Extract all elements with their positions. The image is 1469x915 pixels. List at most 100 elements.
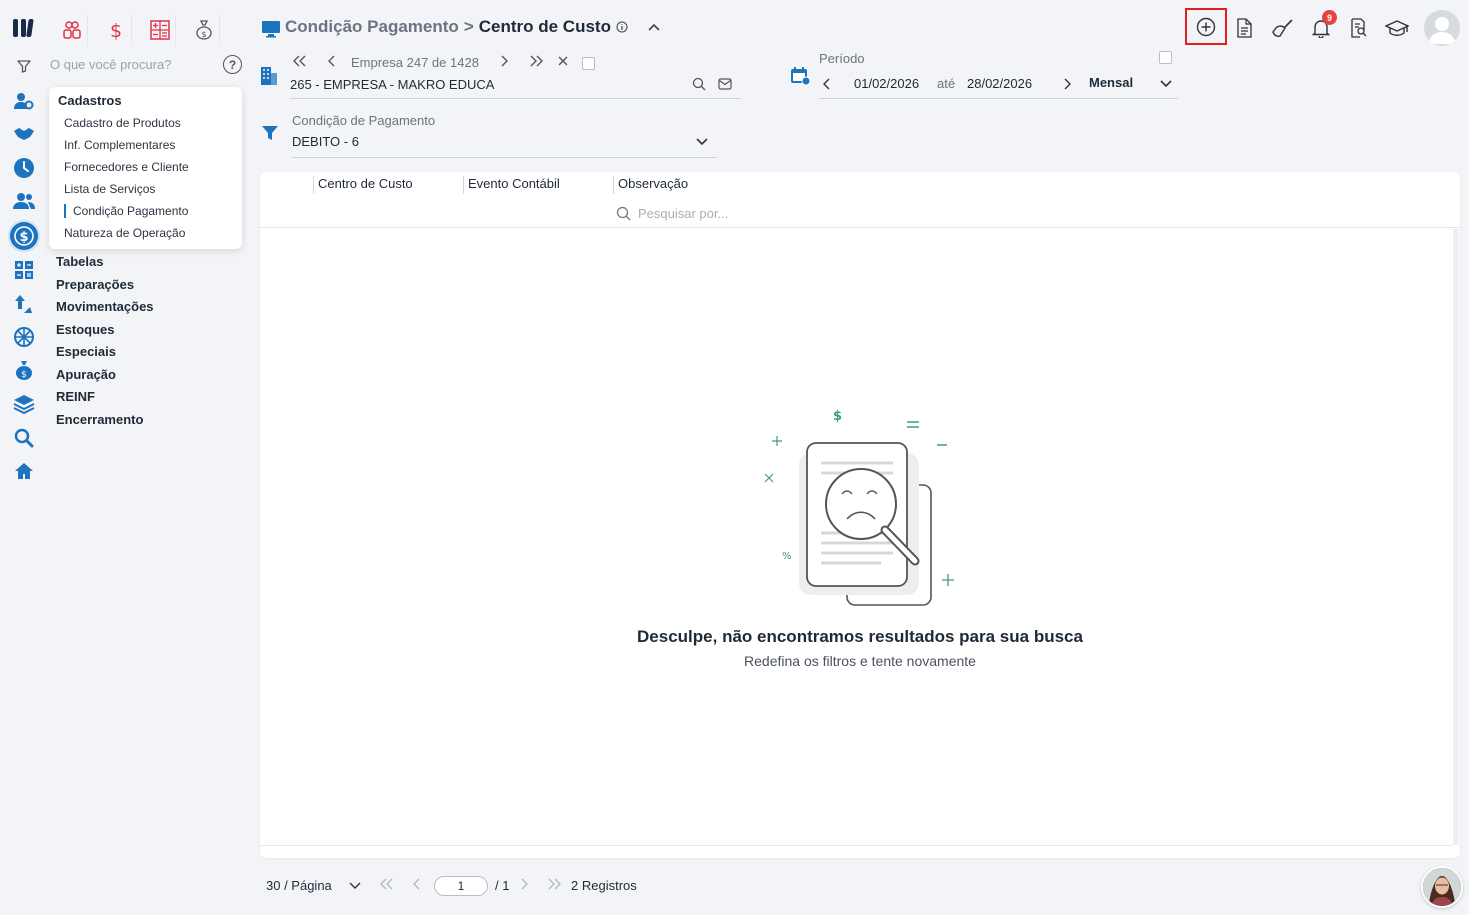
user-settings-icon[interactable] bbox=[12, 89, 36, 113]
search-icon bbox=[616, 206, 631, 221]
cadastros-submenu: Cadastros Cadastro de Produtos Inf. Comp… bbox=[49, 87, 242, 249]
search-icon[interactable] bbox=[12, 426, 36, 450]
records-count: 2 Registros bbox=[571, 878, 637, 893]
previous-company-icon[interactable] bbox=[327, 55, 337, 67]
company-checkbox[interactable] bbox=[582, 57, 595, 70]
filter-icon[interactable] bbox=[12, 54, 36, 78]
graduation-cap-icon[interactable] bbox=[1383, 14, 1411, 42]
assistant-avatar[interactable] bbox=[1421, 866, 1463, 908]
money-bag-icon[interactable]: $ bbox=[12, 358, 36, 382]
money-bag-outline-icon[interactable]: $ bbox=[188, 14, 220, 46]
user-avatar[interactable] bbox=[1424, 10, 1460, 46]
menu-item-reinf[interactable]: REINF bbox=[56, 389, 95, 404]
help-icon[interactable]: ? bbox=[223, 55, 242, 74]
home-icon[interactable] bbox=[12, 459, 36, 483]
submenu-item-inf-complementares[interactable]: Inf. Complementares bbox=[64, 138, 175, 152]
column-header-evento-contabil[interactable]: Evento Contábil bbox=[463, 176, 560, 194]
plus-circle-icon bbox=[1196, 17, 1216, 36]
filter-label: Condição de Pagamento bbox=[292, 113, 436, 128]
breadcrumb-parent[interactable]: Condição Pagamento bbox=[285, 17, 459, 37]
menu-item-preparacoes[interactable]: Preparações bbox=[56, 277, 134, 292]
calculator-grid-icon[interactable] bbox=[144, 14, 176, 46]
period-label: Período bbox=[819, 51, 865, 66]
payment-condition-select[interactable]: DEBITO - 6 bbox=[292, 134, 359, 149]
empty-search-illustration: $ % bbox=[755, 403, 965, 613]
submenu-item-natureza-operacao[interactable]: Natureza de Operação bbox=[64, 226, 185, 240]
next-period-icon[interactable] bbox=[1062, 78, 1072, 90]
svg-text:$: $ bbox=[201, 30, 206, 39]
chevron-down-icon[interactable] bbox=[695, 137, 709, 147]
previous-page-icon[interactable] bbox=[413, 878, 421, 890]
submenu-item-cadastro-produtos[interactable]: Cadastro de Produtos bbox=[64, 116, 181, 130]
column-header-observacao[interactable]: Observação bbox=[613, 176, 688, 194]
menu-item-estoques[interactable]: Estoques bbox=[56, 322, 115, 337]
period-underline bbox=[819, 98, 1178, 99]
search-icon[interactable] bbox=[692, 77, 706, 91]
svg-text:$: $ bbox=[19, 230, 28, 245]
chevron-down-icon[interactable] bbox=[349, 882, 361, 890]
calculator-icon[interactable] bbox=[12, 258, 36, 282]
clock-icon[interactable] bbox=[12, 156, 36, 180]
svg-text:$: $ bbox=[109, 20, 121, 40]
filter-underline bbox=[292, 157, 717, 158]
search-document-icon[interactable] bbox=[1344, 14, 1372, 42]
layers-icon[interactable] bbox=[12, 392, 36, 416]
breadcrumb: Condição Pagamento > Centro de Custo bbox=[285, 17, 661, 37]
last-company-icon[interactable] bbox=[528, 55, 544, 67]
company-counter: Empresa 247 de 1428 bbox=[351, 55, 479, 70]
empty-state-title: Desculpe, não encontramos resultados par… bbox=[637, 627, 1083, 646]
period-checkbox[interactable] bbox=[1159, 51, 1172, 64]
menu-item-movimentacoes[interactable]: Movimentações bbox=[56, 299, 154, 314]
submenu-item-fornecedores-cliente[interactable]: Fornecedores e Cliente bbox=[64, 160, 189, 174]
people-icon[interactable] bbox=[56, 14, 88, 46]
growth-arrow-icon[interactable] bbox=[12, 292, 36, 316]
clear-company-icon[interactable] bbox=[557, 55, 569, 67]
menu-item-encerramento[interactable]: Encerramento bbox=[56, 412, 143, 427]
info-icon[interactable] bbox=[616, 21, 628, 33]
page-number-input[interactable]: 1 bbox=[434, 876, 488, 896]
network-icon[interactable] bbox=[12, 325, 36, 349]
grid-bottom-divider bbox=[260, 845, 1453, 846]
chevron-up-icon[interactable] bbox=[647, 22, 661, 32]
breadcrumb-separator: > bbox=[463, 17, 474, 36]
period-connector: até bbox=[937, 76, 956, 91]
menu-item-especiais[interactable]: Especiais bbox=[56, 344, 116, 359]
users-icon[interactable] bbox=[12, 189, 36, 213]
next-page-icon[interactable] bbox=[520, 878, 528, 890]
column-header-centro-custo[interactable]: Centro de Custo bbox=[313, 176, 413, 194]
app-logo-icon[interactable] bbox=[12, 16, 36, 40]
left-rail: $ $ bbox=[0, 0, 48, 915]
add-button[interactable] bbox=[1185, 8, 1227, 45]
menu-item-apuracao[interactable]: Apuração bbox=[56, 367, 116, 382]
monitor-icon bbox=[261, 20, 281, 38]
next-company-icon[interactable] bbox=[499, 55, 509, 67]
submenu-title: Cadastros bbox=[58, 93, 122, 108]
grid-scrollbar[interactable] bbox=[1453, 229, 1459, 845]
dollar-sign-icon[interactable]: $ bbox=[100, 14, 132, 46]
period-mode-select[interactable]: Mensal bbox=[1089, 75, 1133, 90]
mail-icon[interactable] bbox=[718, 78, 732, 90]
dollar-icon[interactable]: $ bbox=[10, 222, 38, 250]
svg-text:$: $ bbox=[21, 370, 27, 380]
submenu-item-condicao-pagamento[interactable]: Condição Pagamento bbox=[64, 204, 188, 218]
global-search-input[interactable]: O que você procura? bbox=[50, 57, 171, 72]
period-end-input[interactable]: 28/02/2026 bbox=[967, 76, 1032, 91]
handshake-icon[interactable] bbox=[12, 122, 36, 146]
page-size-select[interactable]: 30 / Página bbox=[266, 878, 332, 893]
menu-item-tabelas[interactable]: Tabelas bbox=[56, 254, 103, 269]
submenu-item-lista-servicos[interactable]: Lista de Serviços bbox=[64, 182, 155, 196]
building-icon bbox=[260, 66, 278, 86]
chevron-down-icon[interactable] bbox=[1159, 79, 1173, 89]
company-underline bbox=[290, 98, 741, 99]
broom-icon[interactable] bbox=[1269, 14, 1297, 42]
company-select[interactable]: 265 - EMPRESA - MAKRO EDUCA bbox=[290, 77, 494, 92]
grid-search-input[interactable]: Pesquisar por... bbox=[638, 206, 728, 221]
notification-badge: 9 bbox=[1322, 10, 1337, 25]
document-icon[interactable] bbox=[1230, 14, 1258, 42]
last-page-icon[interactable] bbox=[547, 878, 561, 890]
first-company-icon[interactable] bbox=[292, 55, 308, 67]
first-page-icon[interactable] bbox=[380, 878, 394, 890]
previous-period-icon[interactable] bbox=[822, 78, 832, 90]
period-start-input[interactable]: 01/02/2026 bbox=[854, 76, 919, 91]
funnel-icon bbox=[261, 124, 279, 142]
